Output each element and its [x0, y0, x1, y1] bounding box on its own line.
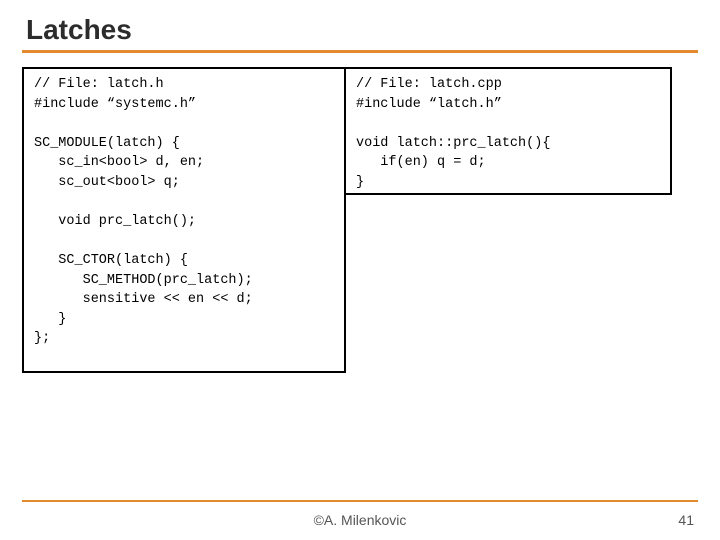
- code-box-cpp-file: // File: latch.cpp #include “latch.h” vo…: [344, 67, 672, 195]
- code-box-header-file: // File: latch.h #include “systemc.h” SC…: [22, 67, 346, 373]
- footer-author: ©A. Milenkovic: [0, 512, 720, 528]
- slide-title: Latches: [26, 14, 698, 46]
- code-area: // File: latch.h #include “systemc.h” SC…: [22, 67, 698, 373]
- page-number: 41: [678, 512, 694, 528]
- footer-divider: [22, 500, 698, 502]
- slide: Latches // File: latch.h #include “syste…: [0, 0, 720, 540]
- title-underline: [22, 50, 698, 53]
